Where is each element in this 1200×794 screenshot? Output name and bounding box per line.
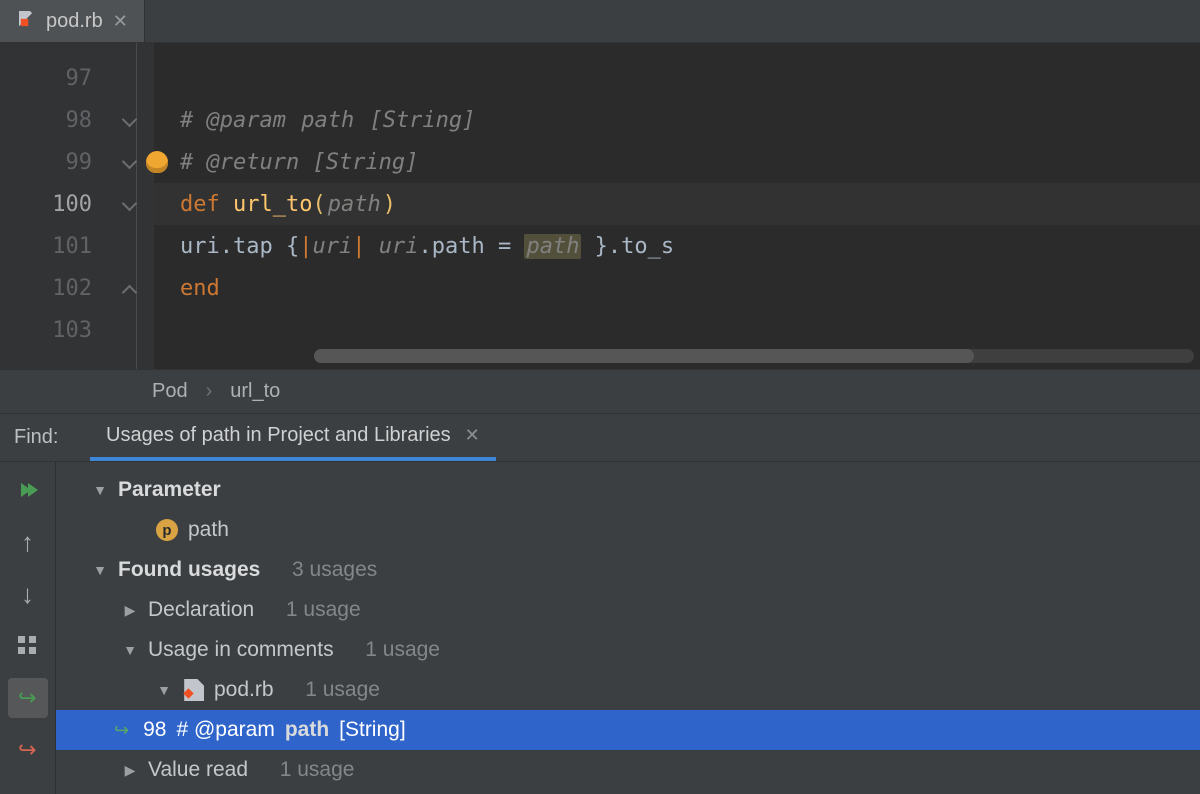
prev-occurrence-button[interactable]: ↑ (8, 522, 48, 562)
code-editor[interactable]: 97 98 99 100 101 102 103 # @param path [… (0, 43, 1200, 370)
occurrence-icon: ↪ (114, 720, 129, 741)
close-icon[interactable]: ✕ (465, 425, 480, 446)
next-occurrence-button[interactable]: ↓ (8, 574, 48, 614)
tree-node-value-read[interactable]: Value read 1 usage (64, 750, 1200, 790)
editor-tab[interactable]: pod.rb ✕ (0, 0, 145, 42)
tree-node-param-path[interactable]: p path (64, 510, 1200, 550)
close-icon[interactable]: ✕ (113, 11, 128, 32)
fold-marker-icon[interactable] (122, 155, 136, 169)
breadcrumb[interactable]: Pod › url_to (0, 370, 1200, 414)
fold-marker-icon[interactable] (122, 113, 136, 127)
horizontal-scrollbar[interactable] (314, 349, 1194, 363)
import-usages-button[interactable]: ↩ (8, 678, 48, 718)
tree-node-file[interactable]: pod.rb 1 usage (64, 670, 1200, 710)
tree-node-occurrence-selected[interactable]: ↪ 98 # @param path [String] (56, 710, 1200, 750)
chevron-down-icon[interactable] (92, 482, 108, 498)
chevron-right-icon[interactable] (122, 602, 138, 619)
rerun-button[interactable] (8, 470, 48, 510)
tree-node-parameter[interactable]: Parameter (64, 470, 1200, 510)
usages-tree[interactable]: Parameter p path Found usages 3 usages D… (56, 462, 1200, 794)
find-label: Find: (0, 426, 90, 449)
find-toolbar: ↑ ↓ ↩ ↩ (0, 462, 56, 794)
remove-usages-button[interactable]: ↩ (8, 730, 48, 770)
fold-marker-icon[interactable] (122, 281, 136, 295)
ruby-file-icon (16, 11, 36, 31)
parameter-badge-icon: p (156, 519, 178, 541)
tree-node-usage-comments[interactable]: Usage in comments 1 usage (64, 630, 1200, 670)
tree-node-declaration[interactable]: Declaration 1 usage (64, 590, 1200, 630)
chevron-right-icon: › (206, 380, 213, 403)
current-line[interactable]: def url_to(path) (154, 183, 1200, 225)
chevron-down-icon[interactable] (156, 682, 172, 698)
tree-node-found-usages[interactable]: Found usages 3 usages (64, 550, 1200, 590)
chevron-down-icon[interactable] (122, 642, 138, 658)
find-usages-tab[interactable]: Usages of path in Project and Libraries … (90, 414, 496, 461)
group-by-button[interactable] (8, 626, 48, 666)
chevron-down-icon[interactable] (92, 562, 108, 578)
ruby-file-icon (182, 679, 204, 701)
chevron-right-icon[interactable] (122, 762, 138, 779)
fold-marker-icon[interactable] (122, 197, 136, 211)
tab-filename: pod.rb (46, 10, 103, 33)
gutter: 97 98 99 100 101 102 103 (0, 43, 154, 369)
